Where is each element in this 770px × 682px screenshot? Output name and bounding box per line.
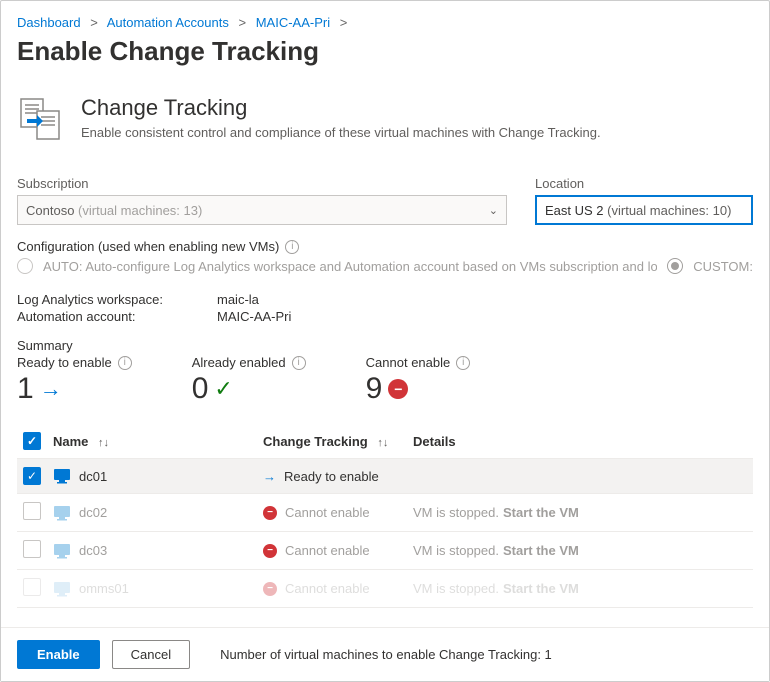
start-vm-link[interactable]: Start the VM [503,505,579,520]
table-row[interactable]: ✓ dc01 → Ready to enable [17,459,753,494]
subscription-label: Subscription [17,176,507,191]
select-all-checkbox[interactable]: ✓ [23,432,41,450]
info-icon[interactable]: i [456,356,470,370]
info-icon[interactable]: i [285,240,299,254]
workspace-label: Log Analytics workspace: [17,292,217,307]
sort-icon[interactable]: ↑↓ [377,437,388,449]
chevron-right-icon: > [90,15,98,30]
blocked-icon: − [263,582,277,596]
start-vm-link[interactable]: Start the VM [503,581,579,596]
automation-label: Automation account: [17,309,217,324]
footer-count-text: Number of virtual machines to enable Cha… [220,647,552,662]
info-icon[interactable]: i [292,356,306,370]
row-checkbox [23,502,41,520]
page-title: Enable Change Tracking [17,36,753,67]
blocked-icon: − [263,544,277,558]
details-text: VM is stopped. [413,505,499,520]
subscription-count: (virtual machines: 13) [78,203,202,218]
status-text: Cannot enable [285,581,370,596]
breadcrumb-automation-accounts[interactable]: Automation Accounts [107,15,229,30]
automation-value: MAIC-AA-Pri [217,309,291,324]
details-text: VM is stopped. [413,543,499,558]
row-checkbox [23,540,41,558]
change-tracking-icon [17,95,65,146]
col-name[interactable]: Name [53,434,88,449]
location-dropdown[interactable]: East US 2 (virtual machines: 10) [535,195,753,225]
arrow-right-icon: → [263,469,276,484]
chevron-down-icon: ⌄ [489,204,498,217]
footer: Enable Cancel Number of virtual machines… [1,627,769,681]
vm-name: omms01 [79,581,129,596]
checkmark-icon: ✓ [214,376,232,402]
already-count: 0 [192,372,209,406]
location-count: (virtual machines: 10) [607,203,731,218]
blocked-icon: − [388,379,408,399]
cancel-button[interactable]: Cancel [112,640,190,669]
hero-subtitle: Enable consistent control and compliance… [81,125,601,140]
table-row[interactable]: omms01 −Cannot enable VM is stopped. Start … [17,570,753,608]
status-text: Cannot enable [285,505,370,520]
ready-count: 1 [17,372,34,406]
config-custom-text: CUSTOM: [693,259,753,274]
chevron-right-icon: > [340,15,348,30]
config-auto-text: AUTO: Auto-configure Log Analytics works… [43,259,657,274]
vm-icon [53,468,71,484]
info-icon[interactable]: i [118,356,132,370]
breadcrumb-dashboard[interactable]: Dashboard [17,15,81,30]
summary-title: Summary [17,338,753,353]
config-label: Configuration (used when enabling new VM… [17,239,753,254]
vm-icon [53,543,71,559]
location-value: East US 2 [545,203,604,218]
ready-label: Ready to enable [17,355,112,370]
chevron-right-icon: > [239,15,247,30]
vm-name: dc03 [79,543,107,558]
vm-name: dc01 [79,469,107,484]
vm-name: dc02 [79,505,107,520]
status-text: Cannot enable [285,543,370,558]
location-label: Location [535,176,753,191]
cannot-count: 9 [366,372,383,406]
status-text: Ready to enable [284,469,379,484]
vm-icon [53,505,71,521]
start-vm-link[interactable]: Start the VM [503,543,579,558]
hero-title: Change Tracking [81,95,601,121]
col-details[interactable]: Details [413,434,456,449]
subscription-dropdown[interactable]: Contoso (virtual machines: 13) ⌄ [17,195,507,225]
col-change-tracking[interactable]: Change Tracking [263,434,368,449]
subscription-value: Contoso [26,203,74,218]
row-checkbox [23,578,41,596]
details-text: VM is stopped. [413,581,499,596]
table-row[interactable]: dc02 −Cannot enable VM is stopped. Start th… [17,494,753,532]
breadcrumb: Dashboard > Automation Accounts > MAIC-A… [17,15,753,30]
workspace-value: maic-la [217,292,259,307]
already-label: Already enabled [192,355,286,370]
vm-table: ✓ Name ↑↓ Change Tracking ↑↓ Details ✓ dc… [17,424,753,608]
breadcrumb-maic-aa-pri[interactable]: MAIC-AA-Pri [256,15,330,30]
arrow-right-icon: → [40,376,62,402]
enable-button[interactable]: Enable [17,640,100,669]
row-checkbox[interactable]: ✓ [23,467,41,485]
blocked-icon: − [263,506,277,520]
radio-custom[interactable] [667,258,683,274]
cannot-label: Cannot enable [366,355,451,370]
vm-icon [53,581,71,597]
radio-auto[interactable] [17,258,33,274]
sort-icon[interactable]: ↑↓ [98,437,109,449]
table-row[interactable]: dc03 −Cannot enable VM is stopped. Start th… [17,532,753,570]
